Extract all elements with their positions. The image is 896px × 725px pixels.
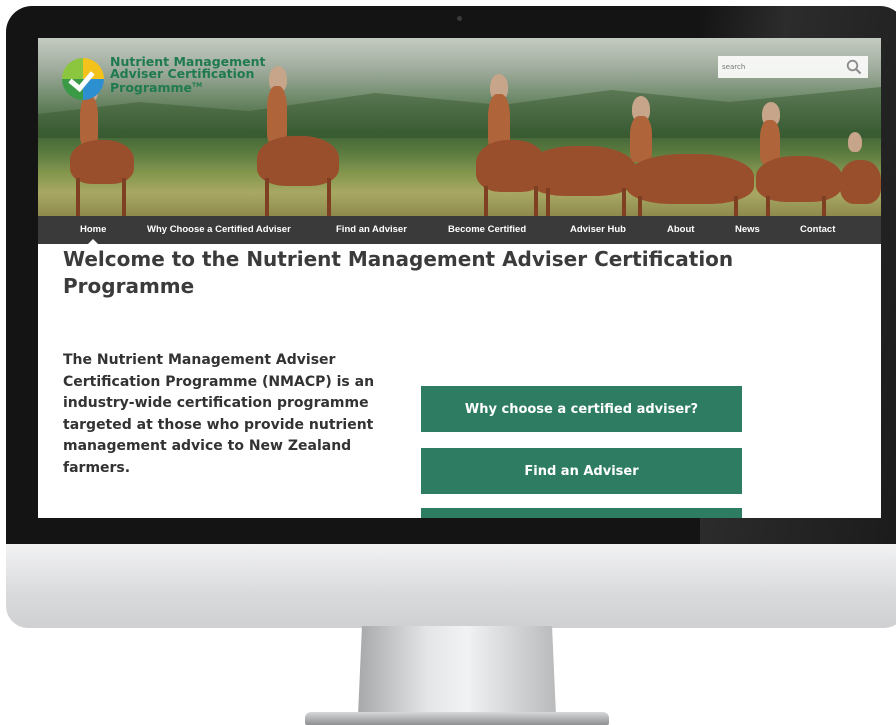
search-input[interactable] xyxy=(718,56,840,78)
search-button[interactable] xyxy=(840,56,868,78)
nav-item-become-certified[interactable]: Become Certified xyxy=(448,216,526,244)
site-search xyxy=(718,56,868,78)
deer-image xyxy=(626,96,756,216)
nav-item-adviser-hub[interactable]: Adviser Hub xyxy=(570,216,626,244)
deer-image xyxy=(476,74,638,216)
nav-item-news[interactable]: News xyxy=(735,216,760,244)
nav-item-home[interactable]: Home xyxy=(80,216,106,244)
nav-item-contact[interactable]: Contact xyxy=(800,216,835,244)
why-choose-certified-adviser-button[interactable]: Why choose a certified adviser? xyxy=(421,386,742,432)
nav-item-why-choose[interactable]: Why Choose a Certified Adviser xyxy=(147,216,291,244)
hero-banner: Nutrient Management Adviser Certificatio… xyxy=(38,38,881,216)
monitor-stand-base xyxy=(305,712,609,725)
logo-line: ProgrammeTM xyxy=(110,80,203,96)
cta-button-partial[interactable] xyxy=(421,508,742,518)
deer-image xyxy=(253,66,343,216)
find-an-adviser-button[interactable]: Find an Adviser xyxy=(421,448,742,494)
page-title: Welcome to the Nutrient Management Advis… xyxy=(63,247,734,298)
deer-image xyxy=(756,102,881,216)
logo-wordmark: Nutrient Management Adviser Certificatio… xyxy=(110,55,266,96)
checkmark-globe-icon xyxy=(62,58,104,100)
monitor-chin xyxy=(6,544,896,628)
webcam-icon xyxy=(457,16,462,21)
monitor-stand xyxy=(358,626,556,716)
logo-line: Adviser Certification xyxy=(110,66,255,81)
search-icon xyxy=(846,59,862,75)
intro-paragraph: The Nutrient Management Adviser Certific… xyxy=(63,352,375,476)
nav-item-find-adviser[interactable]: Find an Adviser xyxy=(336,216,407,244)
nav-item-about[interactable]: About xyxy=(667,216,694,244)
main-navigation: Home Why Choose a Certified Adviser Find… xyxy=(38,216,881,244)
site-logo[interactable]: Nutrient Management Adviser Certificatio… xyxy=(62,55,266,100)
trademark-mark: TM xyxy=(192,82,203,89)
